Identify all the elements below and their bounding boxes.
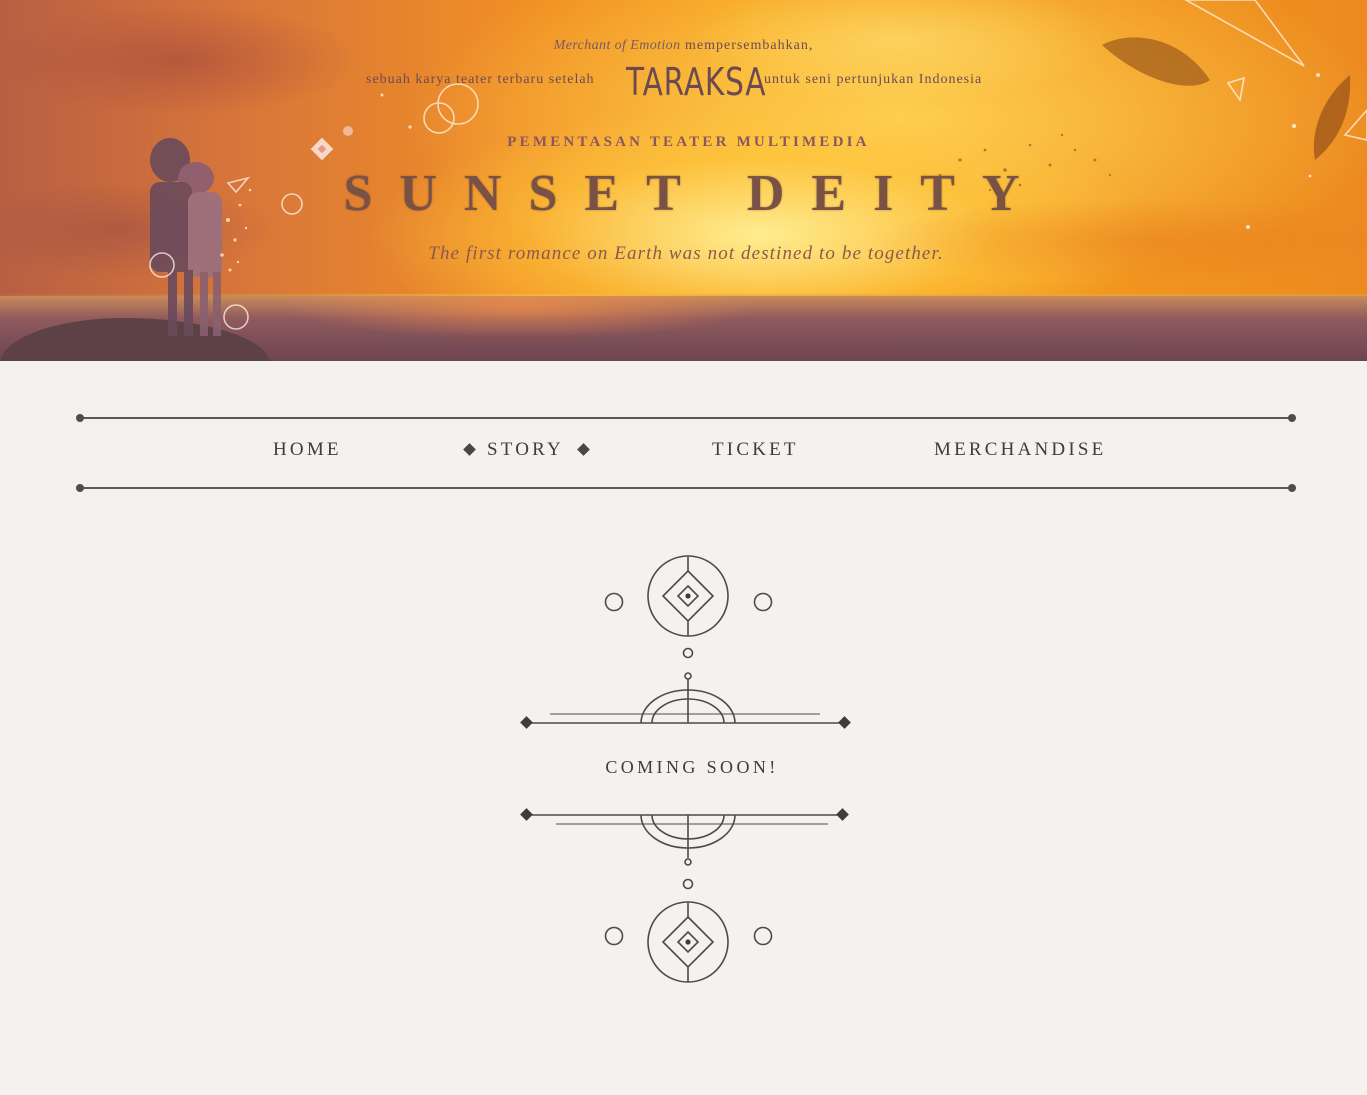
coming-soon-text: COMING SOON! bbox=[605, 757, 779, 777]
lower-divider-icon bbox=[527, 814, 845, 890]
coming-soon-ornament bbox=[520, 555, 851, 983]
top-emblem-icon bbox=[604, 555, 773, 723]
upper-divider-icon bbox=[527, 689, 845, 724]
